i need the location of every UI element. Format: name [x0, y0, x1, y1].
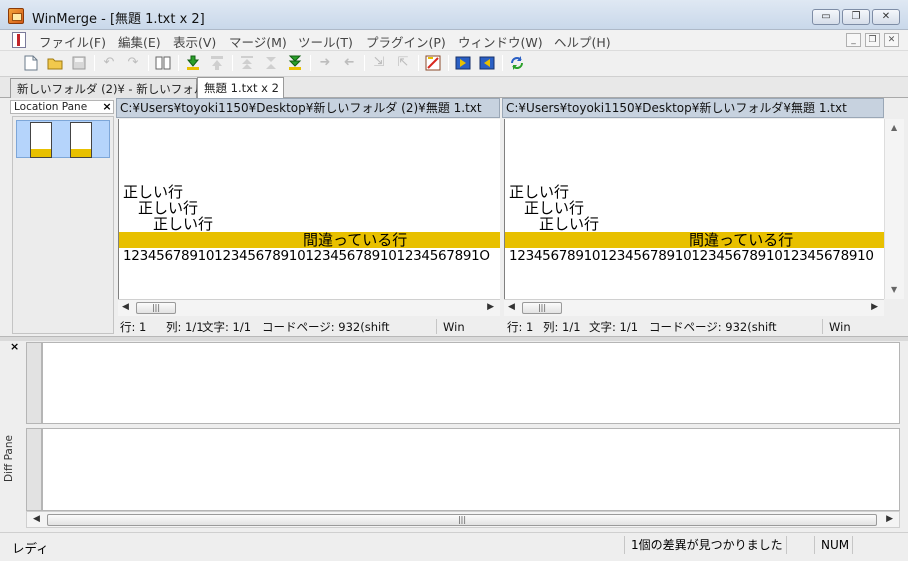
menu-plugins[interactable]: プラグイン(P) — [366, 32, 446, 51]
tab-file-compare[interactable]: 無題 1.txt x 2 — [197, 77, 284, 99]
location-pane-title: Location Pane — [10, 100, 114, 114]
left-status-char: 文字: 1/1 — [202, 320, 252, 334]
location-bar-left[interactable] — [30, 122, 52, 158]
toolbar-separator — [232, 55, 233, 71]
left-status-col: 列: 1/1 — [166, 320, 204, 334]
tab-folder-compare[interactable]: 新しいフォルダ (2)¥ - 新しいフォルダ¥ — [10, 78, 224, 98]
mdi-minimize-button[interactable]: _ — [846, 33, 861, 47]
left-line-7: 正しい行 — [123, 215, 214, 233]
left-line-5: 正しい行 — [123, 183, 184, 201]
toolbar-separator — [448, 55, 449, 71]
status-blank-cell — [852, 536, 900, 554]
copy-left-advance-icon[interactable]: ⇱ — [394, 54, 412, 72]
toolbar-separator — [310, 55, 311, 71]
toolbar-separator — [502, 55, 503, 71]
left-status-row: 行: 1 — [120, 320, 147, 334]
toolbar-separator — [364, 55, 365, 71]
left-file-icon[interactable] — [454, 54, 472, 72]
right-line-7: 正しい行 — [509, 215, 600, 233]
minimize-button[interactable]: ▭ — [812, 9, 840, 25]
menu-tools[interactable]: ツール(T) — [298, 32, 353, 51]
toolbar-separator — [178, 55, 179, 71]
right-status-char: 文字: 1/1 — [589, 320, 639, 334]
last-diff-icon[interactable] — [286, 54, 304, 72]
menu-help[interactable]: ヘルプ(H) — [554, 32, 611, 51]
diff-pane-gutter-bottom — [26, 428, 42, 511]
diff-horizontal-scrollbar[interactable]: ◀ ||| ▶ — [26, 511, 900, 528]
refresh-icon[interactable] — [508, 54, 526, 72]
left-line-9: 1234567891012345678910123456789101234567… — [123, 248, 490, 264]
status-ready: レディ — [12, 541, 49, 556]
diff-pane-gutter-top — [26, 342, 42, 424]
left-horizontal-scrollbar[interactable]: ◀ ||| ▶ — [118, 299, 500, 316]
menu-window[interactable]: ウィンドウ(W) — [458, 32, 543, 51]
diff-pane-bottom[interactable] — [42, 428, 900, 511]
vertical-scrollbar[interactable]: ▲ ▼ — [884, 119, 904, 299]
location-bar-right[interactable] — [70, 122, 92, 158]
menu-merge[interactable]: マージ(M) — [229, 32, 287, 51]
right-status-col: 列: 1/1 — [543, 320, 581, 334]
next-diff-icon[interactable] — [184, 54, 202, 72]
new-document-icon[interactable] — [22, 54, 40, 72]
prev-diff-icon[interactable] — [208, 54, 226, 72]
menu-file[interactable]: ファイル(F) — [39, 32, 106, 51]
right-status-row: 行: 1 — [507, 320, 534, 334]
right-horizontal-scrollbar[interactable]: ◀ ||| ▶ — [504, 299, 884, 316]
toolbar-separator — [418, 55, 419, 71]
redo-icon[interactable]: ↷ — [124, 54, 142, 72]
copy-left-icon[interactable]: ➜ — [340, 54, 358, 72]
toolbar-separator — [94, 55, 95, 71]
open-folder-icon[interactable] — [46, 54, 64, 72]
right-line-9: 1234567891012345678910123456789101234567… — [509, 248, 874, 264]
right-line-6: 正しい行 — [509, 199, 585, 217]
diff-pane-close-button[interactable]: × — [10, 340, 22, 353]
location-pane-close-button[interactable]: × — [100, 100, 114, 114]
left-line-6: 正しい行 — [123, 199, 199, 217]
left-status-codepage: コードページ: 932(shift — [262, 320, 390, 334]
left-editor-pane[interactable]: 正しい行 正しい行 正しい行 間違っている行 12345678910123456… — [118, 119, 500, 299]
left-line-8: 間違っている行 — [123, 231, 408, 249]
right-file-icon[interactable] — [478, 54, 496, 72]
right-status-codepage: コードページ: 932(shift — [649, 320, 777, 334]
pane-splitter[interactable] — [0, 336, 908, 341]
mdi-close-button[interactable]: ✕ — [884, 33, 899, 47]
copy-right-icon[interactable]: ➜ — [316, 54, 334, 72]
status-separator — [436, 319, 437, 334]
diff-pane-top[interactable] — [42, 342, 900, 424]
mdi-restore-button[interactable]: ❐ — [865, 33, 880, 47]
document-icon[interactable] — [12, 32, 26, 48]
right-status-eol: Win — [829, 320, 851, 334]
status-diff-count: 1個の差異が見つかりました — [624, 536, 786, 554]
window-title: WinMerge - [無題 1.txt x 2] — [32, 12, 205, 27]
right-editor-pane[interactable]: 正しい行 正しい行 正しい行 間違っている行 12345678910123456… — [504, 119, 884, 299]
menu-edit[interactable]: 編集(E) — [118, 32, 161, 51]
status-num: NUM — [814, 536, 852, 554]
right-line-5: 正しい行 — [509, 183, 570, 201]
copy-right-advance-icon[interactable]: ⇲ — [370, 54, 388, 72]
right-file-path: C:¥Users¥toyoki1150¥Desktop¥新しいフォルダ¥無題 1… — [502, 98, 884, 118]
toggle-view-icon[interactable] — [154, 54, 172, 72]
status-blank-cell — [786, 536, 814, 554]
save-icon[interactable] — [70, 54, 88, 72]
toolbar-separator — [148, 55, 149, 71]
menu-view[interactable]: 表示(V) — [173, 32, 216, 51]
close-button[interactable]: ✕ — [872, 9, 900, 25]
current-diff-icon[interactable] — [262, 54, 280, 72]
left-file-path: C:¥Users¥toyoki1150¥Desktop¥新しいフォルダ (2)¥… — [116, 98, 500, 118]
left-status-eol: Win — [443, 320, 465, 334]
undo-icon[interactable]: ↶ — [100, 54, 118, 72]
maximize-button[interactable]: ❐ — [842, 9, 870, 25]
right-line-8: 間違っている行 — [509, 231, 794, 249]
winmerge-app-icon[interactable] — [8, 8, 24, 24]
status-separator — [822, 319, 823, 334]
first-diff-icon[interactable] — [238, 54, 256, 72]
options-icon[interactable] — [424, 54, 442, 72]
diff-pane-label: Diff Pane — [3, 435, 15, 482]
